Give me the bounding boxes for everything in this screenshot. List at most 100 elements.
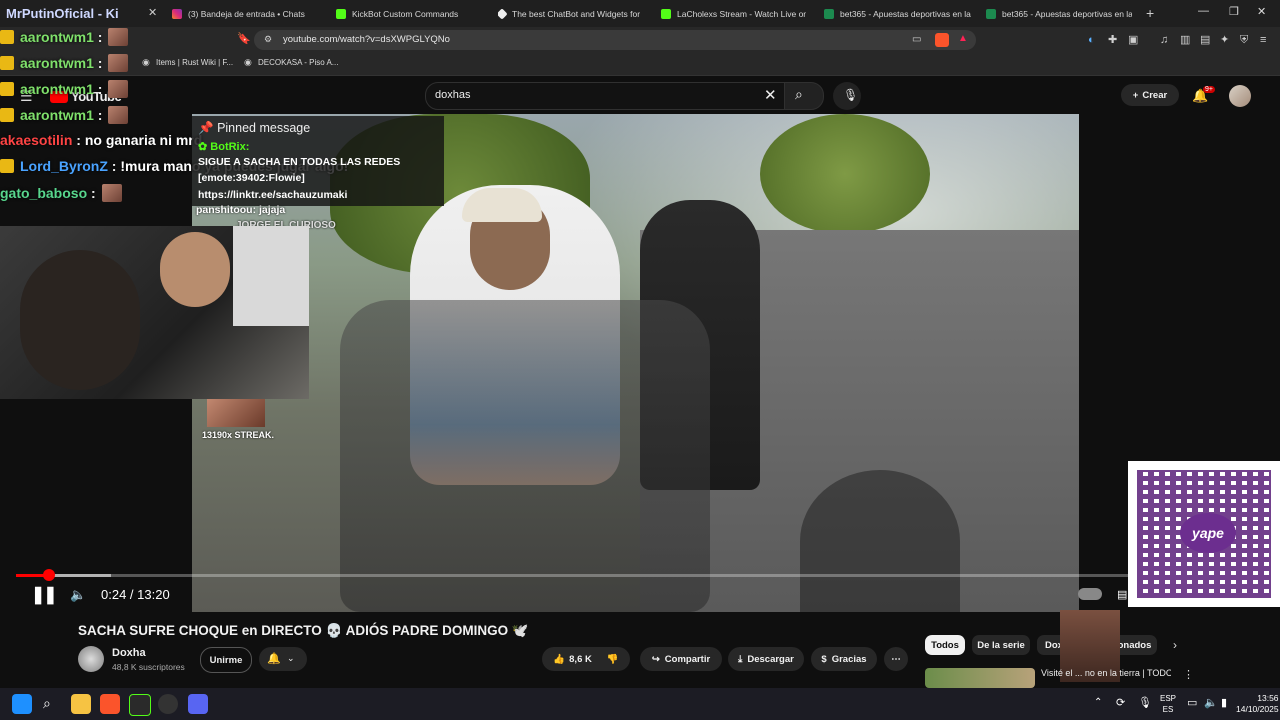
- create-button[interactable]: + Crear: [1121, 84, 1179, 106]
- browser-tab[interactable]: LaCholexs Stream - Watch Live on Ki: [661, 0, 806, 27]
- cast-icon[interactable]: ▭: [912, 35, 921, 45]
- obs-icon[interactable]: [158, 694, 178, 714]
- video-frame-shadow: [800, 470, 960, 612]
- file-explorer-icon[interactable]: [71, 694, 91, 714]
- chat-username: aarontwm1: [20, 55, 94, 71]
- microphone-icon[interactable]: 🎙: [1138, 696, 1152, 709]
- tab-label: The best ChatBot and Widgets for Ki: [512, 8, 643, 19]
- site-info-icon[interactable]: ⚙: [264, 35, 272, 44]
- translate-icon[interactable]: ◐: [1088, 35, 1095, 46]
- sync-icon[interactable]: ⟳: [1116, 696, 1125, 709]
- leo-ai-icon[interactable]: ✦: [1220, 35, 1229, 46]
- search-button[interactable]: [784, 82, 824, 110]
- search-input[interactable]: [425, 82, 787, 110]
- join-button[interactable]: Unirme: [200, 647, 252, 673]
- chat-text: jajaja: [259, 204, 286, 216]
- bookmark-item[interactable]: DECOKASA - Piso A...: [258, 58, 338, 67]
- related-video-title[interactable]: Visité el ... no en la tierra | TODO est…: [1041, 668, 1171, 678]
- search-icon[interactable]: ⌕: [43, 695, 51, 712]
- pause-icon[interactable]: ❚❚: [31, 585, 57, 605]
- related-more-icon[interactable]: ⋮: [1183, 668, 1194, 681]
- battery-icon[interactable]: ▮: [1221, 696, 1227, 709]
- chip-todos[interactable]: Todos: [925, 635, 965, 655]
- pinned-link[interactable]: https://linktr.ee/sachauzumaki: [198, 189, 347, 201]
- network-icon[interactable]: ▭: [1187, 696, 1197, 709]
- maximize-icon[interactable]: ❐: [1229, 5, 1239, 18]
- bet365-icon: [986, 8, 996, 19]
- browser-tab[interactable]: bet365 - Apuestas deportivas en la r: [824, 0, 972, 27]
- menu-icon[interactable]: ≡: [1260, 35, 1266, 46]
- bet365-icon: [824, 8, 834, 19]
- browser-tab[interactable]: bet365 - Apuestas deportivas en la r: [986, 0, 1132, 27]
- new-tab-button[interactable]: +: [1146, 6, 1154, 20]
- related-video-thumbnail[interactable]: [925, 668, 1035, 688]
- chat-username: aarontwm1: [20, 29, 94, 45]
- chevron-up-icon[interactable]: ⌃: [1094, 697, 1102, 708]
- like-button[interactable]: 👍 8,6 K: [553, 654, 592, 665]
- progress-bar[interactable]: [16, 574, 1128, 577]
- tab-label: bet365 - Apuestas deportivas en la r: [840, 8, 972, 19]
- scrubber-handle[interactable]: [43, 569, 56, 581]
- search-icon[interactable]: ⌕: [795, 86, 803, 103]
- channel-name[interactable]: Doxha: [112, 647, 146, 659]
- webcam-person: [20, 250, 140, 390]
- browser-tab[interactable]: (3) Bandeja de entrada • Chats: [172, 0, 322, 27]
- kick-icon: [661, 8, 671, 19]
- screenshot-icon[interactable]: ▣: [1128, 35, 1138, 46]
- account-avatar[interactable]: [1229, 85, 1251, 107]
- dislike-button[interactable]: 👎: [607, 654, 619, 665]
- thanks-button[interactable]: $ Gracias: [811, 647, 877, 671]
- windows-start-icon[interactable]: [12, 694, 32, 714]
- close-tab-icon[interactable]: ✕: [148, 8, 157, 19]
- channel-avatar[interactable]: [78, 646, 104, 672]
- chat-username: akaesotilin: [0, 132, 73, 148]
- bookmark-icon[interactable]: 🔖: [237, 34, 251, 45]
- language-indicator[interactable]: ESP ES: [1160, 693, 1176, 715]
- browser-tab[interactable]: KickBot Custom Commands: [336, 0, 486, 27]
- url-text[interactable]: youtube.com/watch?v=dsXWPGLYQNo: [283, 34, 450, 45]
- browser-tab[interactable]: MrPutinOficial - Ki: [6, 0, 156, 27]
- autoplay-toggle[interactable]: [1078, 588, 1102, 600]
- create-label: Crear: [1142, 89, 1168, 101]
- bot-icon: ✿: [198, 141, 208, 153]
- tab-label: bet365 - Apuestas deportivas en la r: [1002, 8, 1132, 19]
- download-button[interactable]: ⤓ Descargar: [728, 647, 804, 671]
- discord-icon[interactable]: [188, 694, 208, 714]
- browser-tab[interactable]: The best ChatBot and Widgets for Ki: [498, 0, 643, 27]
- share-button[interactable]: ↪ Compartir: [640, 647, 722, 671]
- plus-icon: +: [1132, 89, 1139, 101]
- chevron-right-icon[interactable]: ›: [1173, 638, 1177, 652]
- extensions-icon[interactable]: ✚: [1108, 35, 1117, 46]
- chat-username: aarontwm1: [20, 81, 94, 97]
- sidebar-icon[interactable]: ▥: [1180, 35, 1190, 46]
- crown-icon: [0, 30, 14, 44]
- search-value[interactable]: doxhas: [435, 89, 470, 101]
- brave-rewards-icon[interactable]: ▲: [958, 34, 968, 44]
- globe-icon: ◉: [244, 57, 252, 67]
- system-clock[interactable]: 13:56 14/10/2025: [1236, 693, 1279, 715]
- volume-icon[interactable]: 🔈: [70, 587, 86, 603]
- video-title: SACHA SUFRE CHOQUE en DIRECTO 💀 ADIÓS PA…: [78, 623, 529, 638]
- terminal-icon[interactable]: [129, 694, 151, 716]
- botrix-icon: [498, 7, 508, 20]
- vpn-icon[interactable]: ⛨: [1240, 35, 1248, 46]
- chip-from-series[interactable]: De la serie: [972, 635, 1030, 655]
- thumbs-down-icon: 👎: [606, 653, 619, 665]
- subtitles-icon[interactable]: ▤: [1117, 588, 1127, 601]
- share-label: Compartir: [664, 653, 711, 665]
- brave-shield-icon[interactable]: [935, 33, 949, 47]
- pin-icon: 📌: [198, 121, 214, 135]
- minimize-icon[interactable]: —: [1198, 5, 1209, 17]
- subscription-bell-button[interactable]: 🔔 ⌄: [259, 647, 307, 671]
- wallet-icon[interactable]: ▤: [1200, 35, 1210, 46]
- clear-search-icon[interactable]: ✕: [764, 86, 777, 104]
- like-dislike-group: 👍 8,6 K 👎: [542, 647, 630, 671]
- chat-username: aarontwm1: [20, 107, 94, 123]
- close-window-icon[interactable]: ✕: [1257, 5, 1266, 18]
- volume-icon[interactable]: 🔈: [1204, 696, 1218, 709]
- brave-browser-icon[interactable]: [100, 694, 120, 714]
- chat-message: gato_baboso :: [0, 184, 122, 202]
- more-actions-button[interactable]: ⋯: [884, 647, 908, 671]
- pinned-line: [emote:39402:Flowie]: [198, 172, 305, 184]
- media-icon[interactable]: ♫: [1160, 35, 1168, 46]
